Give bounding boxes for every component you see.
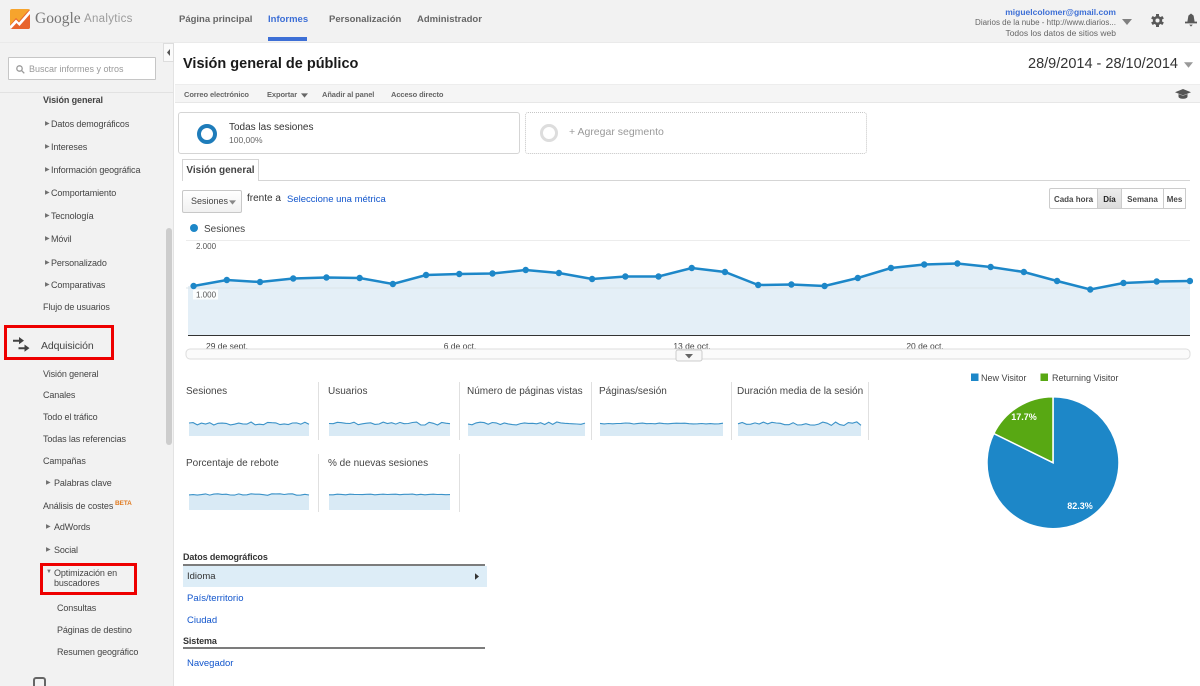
svg-text:New Visitor: New Visitor [981,373,1026,383]
svg-text:82.3%: 82.3% [1067,501,1093,511]
svg-text:Returning Visitor: Returning Visitor [1052,373,1118,383]
svg-text:2.000: 2.000 [196,242,217,251]
svg-text:Sesiones: Sesiones [204,224,245,235]
svg-text:1.000: 1.000 [196,291,217,300]
svg-text:17.7%: 17.7% [1011,412,1037,422]
